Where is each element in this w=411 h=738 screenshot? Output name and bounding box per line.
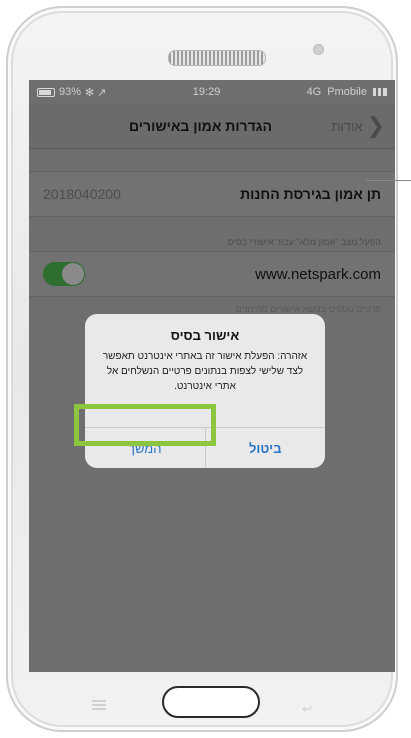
alert-title: אישור בסיס bbox=[170, 328, 240, 343]
page-title: הגדרות אמון באישורים bbox=[129, 118, 272, 134]
trust-store-version: 2018040200 bbox=[43, 186, 121, 202]
navigation-bar: הגדרות אמון באישורים אודות ❯ bbox=[29, 104, 395, 149]
full-trust-toggle[interactable] bbox=[43, 262, 85, 286]
signal-icon bbox=[373, 88, 387, 96]
home-button[interactable] bbox=[162, 686, 260, 718]
status-right: 4G Pmobile bbox=[307, 86, 387, 98]
back-key-icon[interactable] bbox=[302, 700, 316, 710]
cancel-button[interactable]: ביטול bbox=[206, 428, 326, 468]
status-left: 93% ✻ ↗ bbox=[37, 86, 107, 99]
trust-store-row: 2018040200 תן אמון בגירסת החנות bbox=[29, 171, 395, 217]
status-icons: ✻ ↗ bbox=[85, 86, 107, 99]
speaker-grille bbox=[168, 50, 266, 66]
status-bar: 93% ✻ ↗ 19:29 4G Pmobile bbox=[29, 80, 395, 104]
alert-body: אישור בסיס אזהרה: הפעלת אישור זה באתרי א… bbox=[85, 314, 325, 394]
battery-percent: 93% bbox=[59, 86, 82, 98]
certificate-row: www.netspark.com bbox=[29, 251, 395, 297]
annotation-line bbox=[366, 180, 411, 181]
phone-screen: 93% ✻ ↗ 19:29 4G Pmobile הגדרות אמון באי… bbox=[29, 80, 395, 672]
trust-store-label: תן אמון בגירסת החנות bbox=[240, 186, 381, 202]
network-type: 4G bbox=[306, 86, 322, 98]
battery-icon bbox=[37, 87, 55, 97]
menu-key-icon[interactable] bbox=[92, 700, 106, 710]
front-camera bbox=[313, 44, 324, 55]
chevron-right-icon: ❯ bbox=[366, 113, 385, 138]
section-header: הפעל מצב "אמון מלא" עבור אישורי בסיס bbox=[227, 237, 381, 247]
back-button[interactable]: אודות ❯ bbox=[331, 115, 385, 137]
status-time: 19:29 bbox=[192, 86, 221, 98]
continue-highlight-box bbox=[74, 404, 216, 446]
alert-message: אזהרה: הפעלת אישור זה באתרי אינטרנט תאפש… bbox=[102, 351, 308, 392]
carrier-name: Pmobile bbox=[327, 86, 367, 98]
section-spacer bbox=[29, 149, 395, 171]
certificate-name: www.netspark.com bbox=[255, 265, 381, 283]
back-label: אודות bbox=[331, 118, 363, 134]
